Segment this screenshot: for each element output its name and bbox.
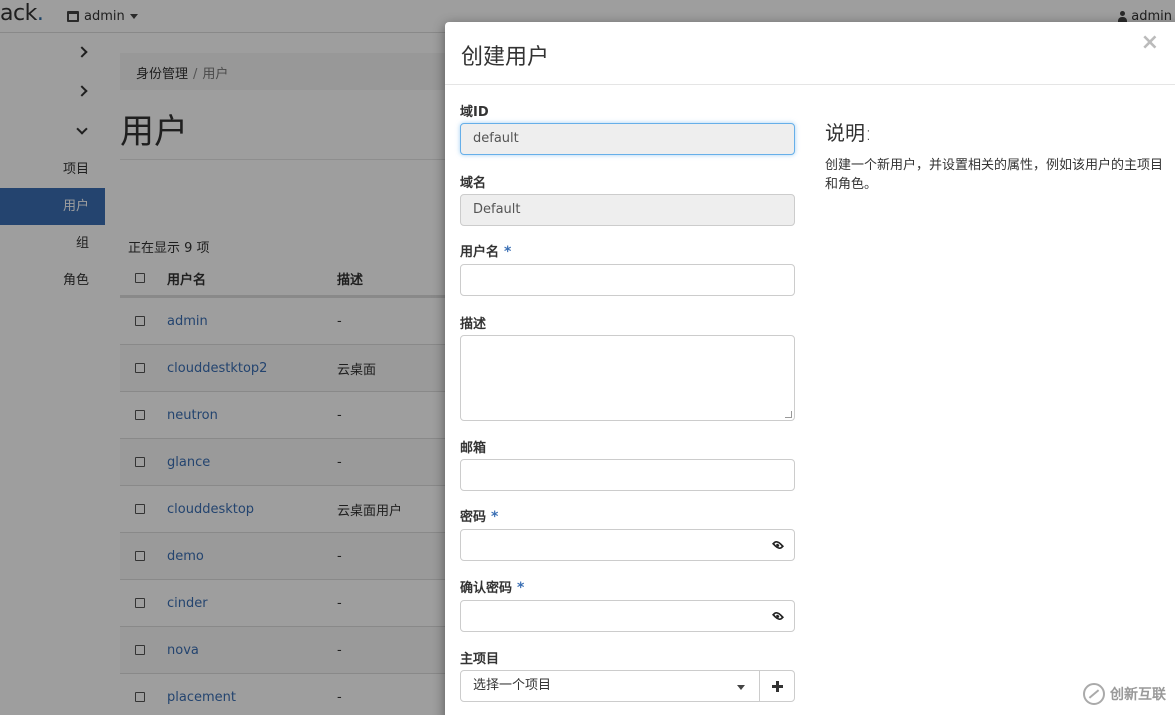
domain-name-label: 域名 — [460, 176, 487, 191]
watermark: 创新互联 — [1077, 672, 1175, 715]
primary-project-label: 主项目 — [460, 652, 500, 667]
username-label: 用户名 * — [460, 244, 512, 260]
resize-handle-icon[interactable] — [785, 411, 792, 418]
password-label: 密码 * — [460, 509, 499, 525]
modal-header: 创建用户 × — [445, 22, 1175, 85]
domain-name-field[interactable]: Default — [460, 194, 795, 226]
add-project-button[interactable] — [759, 670, 795, 702]
domain-id-label: 域ID — [460, 105, 489, 120]
confirm-password-input[interactable] — [460, 600, 795, 632]
password-input[interactable] — [460, 529, 795, 561]
primary-project-select[interactable]: 选择一个项目 — [460, 670, 760, 702]
required-icon: * — [504, 244, 512, 260]
email-input[interactable] — [460, 459, 795, 491]
description-textarea[interactable] — [460, 335, 795, 421]
confirm-password-label: 确认密码 * — [460, 580, 525, 596]
help-text: 创建一个新用户，并设置相关的属性，例如该用户的主项目和角色。 — [825, 158, 1164, 192]
eye-icon[interactable] — [771, 538, 785, 552]
caret-down-icon — [737, 685, 745, 690]
help-panel: 说明: 创建一个新用户，并设置相关的属性，例如该用户的主项目和角色。 — [825, 117, 1165, 194]
watermark-logo-icon — [1083, 682, 1105, 705]
required-icon: * — [491, 509, 499, 525]
email-label: 邮箱 — [460, 441, 487, 456]
watermark-text: 创新互联 — [1110, 686, 1166, 703]
username-input[interactable] — [460, 264, 795, 296]
modal-title: 创建用户 — [461, 45, 550, 70]
domain-id-field[interactable]: default — [460, 123, 795, 155]
eye-icon[interactable] — [771, 609, 785, 623]
help-title: 说明: — [825, 121, 872, 145]
create-user-modal: 创建用户 × 域ID default 域名 Default 用户名 * 描述 邮箱… — [445, 22, 1175, 715]
required-icon: * — [517, 580, 525, 596]
description-label: 描述 — [460, 317, 487, 332]
close-icon[interactable]: × — [1141, 32, 1159, 54]
